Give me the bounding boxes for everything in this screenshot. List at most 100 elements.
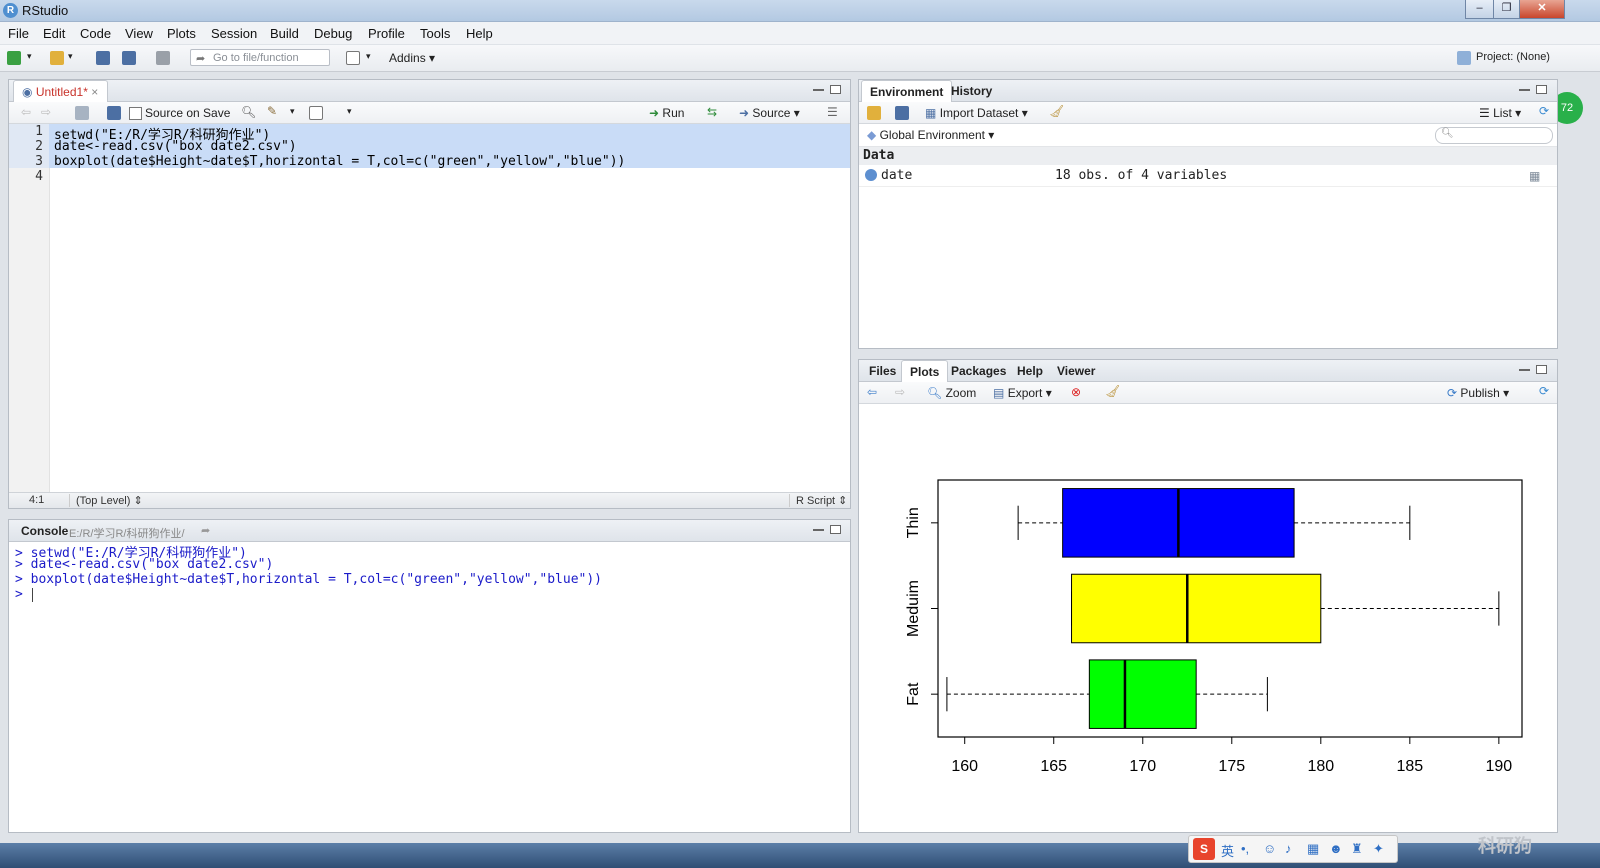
chevron-down-icon[interactable]: ▾ (27, 51, 32, 62)
back-arrow-icon[interactable]: ⇦ (21, 105, 31, 119)
menu-view[interactable]: View (125, 26, 153, 41)
project-icon (1457, 51, 1471, 65)
rerun-icon[interactable]: ⇆ (707, 105, 717, 119)
grid-layout-icon[interactable] (346, 51, 360, 65)
console-line: > boxplot(date$Height~date$T,horizontal … (15, 572, 602, 587)
maximize-pane-icon[interactable] (830, 85, 841, 94)
menu-code[interactable]: Code (80, 26, 111, 41)
file-type-label: R Script (796, 495, 836, 507)
minimize-pane-icon[interactable] (813, 526, 824, 531)
console-title[interactable]: Console (21, 524, 68, 538)
broom-icon[interactable]: 🧹︎ (1049, 104, 1064, 118)
load-workspace-icon[interactable] (867, 106, 881, 120)
remove-plot-icon[interactable]: ⊗ (1071, 385, 1081, 399)
close-window-icon[interactable]: ✕ (1519, 0, 1565, 19)
search-icon[interactable]: 🔍︎ (241, 105, 256, 119)
previous-plot-icon[interactable]: ⇦ (867, 385, 877, 399)
zoom-button[interactable]: 🔍︎ Zoom (927, 386, 976, 400)
ime-skin-icon[interactable]: ♜ (1351, 841, 1363, 857)
file-type-selector[interactable]: R Script ⇕ (789, 494, 847, 507)
menu-help[interactable]: Help (466, 26, 493, 41)
console-prompt[interactable]: > (15, 587, 31, 602)
compile-report-icon[interactable] (309, 106, 323, 120)
show-in-window-icon[interactable] (75, 106, 89, 120)
menu-build[interactable]: Build (270, 26, 299, 41)
ime-keyboard-icon[interactable]: ▦ (1307, 841, 1319, 857)
minimize-pane-icon[interactable] (1519, 366, 1530, 371)
y-tick-label: Fat (905, 682, 922, 706)
outline-icon[interactable]: ☰ (827, 105, 838, 119)
tab-packages[interactable]: Packages (943, 360, 1014, 382)
menu-profile[interactable]: Profile (368, 26, 405, 41)
go-to-directory-icon[interactable]: ➦ (201, 524, 210, 537)
chevron-down-icon[interactable]: ▾ (290, 106, 295, 117)
new-file-icon[interactable] (7, 51, 21, 65)
save-icon[interactable] (96, 51, 110, 65)
tab-viewer[interactable]: Viewer (1049, 360, 1103, 382)
source-button[interactable]: ➜ Source ▾ (739, 106, 800, 120)
minimize-pane-icon[interactable] (813, 86, 824, 91)
run-button[interactable]: ➜ Run (649, 106, 684, 120)
minimize-pane-icon[interactable] (1519, 86, 1530, 91)
forward-arrow-icon[interactable]: ⇨ (41, 105, 51, 119)
minimize-window-icon[interactable]: – (1465, 0, 1494, 19)
source-on-save-label: Source on Save (145, 106, 231, 120)
view-data-icon[interactable]: ▦ (1529, 169, 1540, 183)
maximize-pane-icon[interactable] (830, 525, 841, 534)
environment-scope-selector[interactable]: ◆ Global Environment ▾ (867, 128, 994, 142)
refresh-icon[interactable]: ⟳ (1539, 384, 1549, 398)
menu-plots[interactable]: Plots (167, 26, 196, 41)
run-arrow-icon: ➜ (649, 106, 660, 120)
open-folder-icon[interactable] (50, 51, 64, 65)
close-tab-icon[interactable]: × (91, 85, 98, 99)
addins-menu[interactable]: Addins ▾ (389, 51, 435, 65)
menu-edit[interactable]: Edit (43, 26, 65, 41)
ime-voice-icon[interactable]: ♪ (1285, 841, 1292, 856)
print-icon[interactable] (156, 51, 170, 65)
restore-window-icon[interactable]: ❐ (1493, 0, 1520, 19)
publish-button[interactable]: ⟳ Publish ▾ (1447, 386, 1509, 400)
next-plot-icon[interactable]: ⇨ (895, 385, 905, 399)
refresh-icon[interactable]: ⟳ (1539, 104, 1549, 118)
menu-session[interactable]: Session (211, 26, 257, 41)
source-on-save-checkbox[interactable] (129, 107, 142, 120)
ime-user-icon[interactable]: ☻ (1329, 841, 1343, 856)
environment-row[interactable]: date 18 obs. of 4 variables ▦ (859, 166, 1557, 187)
chevron-down-icon[interactable]: ▾ (347, 106, 352, 117)
ime-emoji-icon[interactable]: ☺ (1263, 841, 1276, 856)
menu-tools[interactable]: Tools (420, 26, 450, 41)
code-line[interactable]: date<-read.csv("box date2.csv") (54, 139, 297, 154)
arrow-icon: ➦ (196, 53, 206, 65)
tab-plots[interactable]: Plots (901, 360, 949, 382)
broom-icon[interactable]: 🧹︎ (1105, 384, 1120, 398)
menu-file[interactable]: File (8, 26, 29, 41)
expand-object-icon[interactable] (865, 169, 877, 181)
save-workspace-icon[interactable] (895, 106, 909, 120)
go-to-file-input[interactable]: Go to file/function (190, 49, 330, 66)
tab-history[interactable]: History (943, 80, 1000, 102)
save-icon[interactable] (107, 106, 121, 120)
maximize-pane-icon[interactable] (1536, 365, 1547, 374)
tab-files[interactable]: Files (861, 360, 904, 382)
magic-wand-icon[interactable]: ✎ (267, 104, 277, 118)
code-line[interactable]: boxplot(date$Height~date$T,horizontal = … (54, 154, 625, 169)
menu-debug[interactable]: Debug (314, 26, 352, 41)
tab-untitled1[interactable]: ◉ Untitled1* × (13, 80, 108, 102)
chevron-down-icon[interactable]: ▾ (68, 51, 73, 62)
scope-selector[interactable]: (Top Level) ⇕ (69, 494, 143, 507)
tab-environment[interactable]: Environment (861, 80, 953, 102)
tab-help[interactable]: Help (1009, 360, 1051, 382)
project-menu[interactable]: Project: (None) (1476, 51, 1550, 63)
environment-search-input[interactable]: 🔍︎ (1435, 127, 1553, 144)
export-button[interactable]: ▤ Export ▾ (993, 386, 1052, 400)
console-header: Console E:/R/学习R/科研狗作业/ ➦ (9, 520, 850, 542)
list-view-selector[interactable]: ☰ List ▾ (1479, 106, 1521, 120)
ime-language-toggle[interactable]: 英 (1221, 841, 1234, 860)
save-all-icon[interactable] (122, 51, 136, 65)
ime-tools-icon[interactable]: ✦ (1373, 841, 1384, 857)
chevron-down-icon[interactable]: ▾ (366, 51, 371, 62)
ime-punctuation-icon[interactable]: •, (1241, 841, 1249, 856)
maximize-pane-icon[interactable] (1536, 85, 1547, 94)
import-dataset-button[interactable]: ▦ Import Dataset ▾ (925, 106, 1028, 120)
watermark: 科研狗 (1478, 836, 1532, 856)
